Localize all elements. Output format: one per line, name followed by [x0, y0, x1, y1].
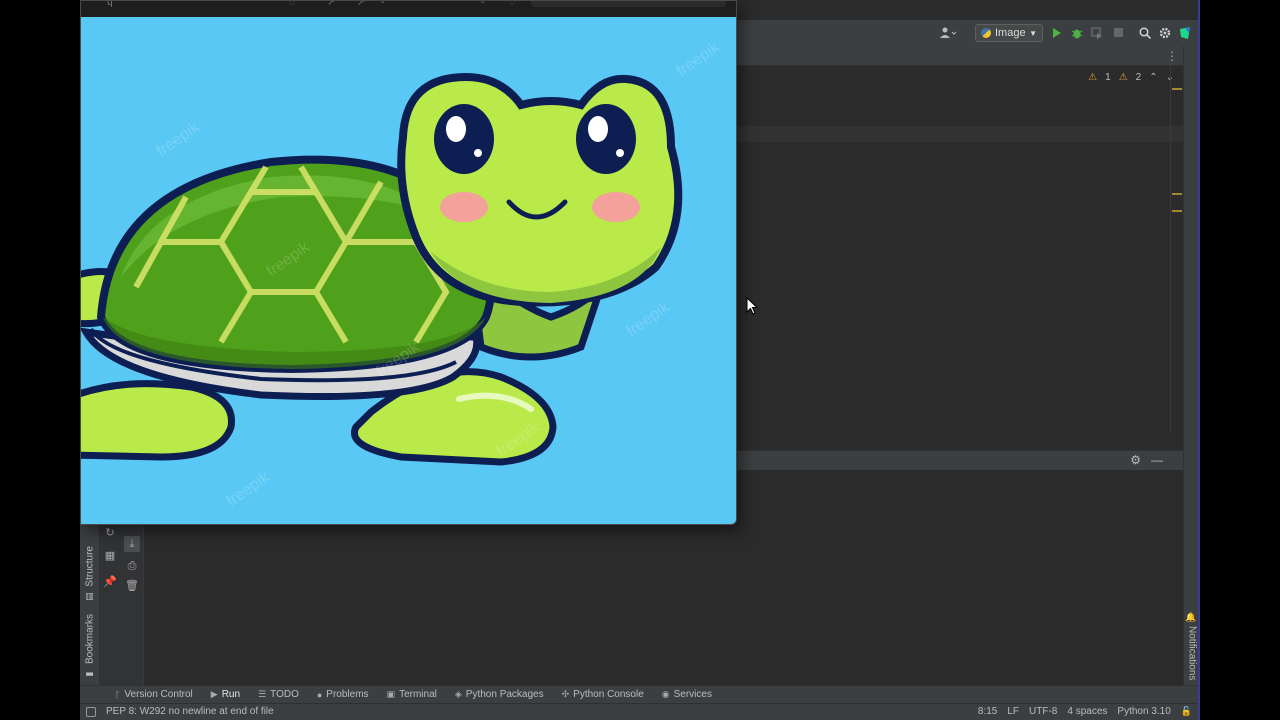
toolbar-icon[interactable]: ɥ — [107, 1, 113, 8]
tab-terminal[interactable]: ▣ Terminal — [378, 686, 446, 704]
tab-label: Python Packages — [465, 689, 544, 700]
gear-icon[interactable] — [1158, 24, 1172, 42]
run-configuration-label: Image — [995, 27, 1026, 39]
coverage-button[interactable] — [1090, 24, 1104, 42]
play-icon: ▶ — [210, 689, 218, 699]
account-icon[interactable] — [938, 24, 958, 42]
warning-stripe[interactable] — [1172, 210, 1182, 212]
warning-stripe[interactable] — [1172, 193, 1182, 195]
tab-label: TODO — [270, 689, 299, 700]
toggle-tool-windows-icon[interactable] — [86, 707, 96, 717]
toolbar-icon[interactable]: ▫ — [381, 1, 385, 8]
rerun-icon[interactable]: ↻ — [102, 525, 118, 541]
turtle-illustration: freepik freepik freepik freepik freepik … — [81, 17, 736, 524]
stop-button[interactable] — [1112, 24, 1126, 42]
debug-button[interactable] — [1070, 24, 1084, 42]
python-icon: ✣ — [561, 689, 570, 699]
warning-count: 1 — [1105, 72, 1111, 83]
window-edge — [1198, 0, 1200, 720]
services-icon: ◉ — [661, 689, 670, 699]
chevron-down-icon: ▼ — [1029, 28, 1037, 38]
image-viewer-window[interactable]: ɥ ◌ ↗ ↗ ▫ ▫ ◌ freepik freepik freepik fr… — [80, 0, 737, 525]
tab-problems[interactable]: ● Problems — [308, 686, 378, 704]
minimize-icon[interactable]: — — [1151, 453, 1163, 467]
warning-stripe[interactable] — [1172, 88, 1182, 90]
tab-todo[interactable]: ☰ TODO — [249, 686, 308, 704]
weak-warning-count: 2 — [1135, 72, 1142, 83]
search-icon[interactable] — [1138, 24, 1152, 42]
inspection-widget[interactable]: ⚠ 1 ⚠ 2 ⌃ ⌄ — [1088, 72, 1174, 83]
tab-python-console[interactable]: ✣ Python Console — [553, 686, 653, 704]
jetbrains-logo-icon[interactable] — [1178, 24, 1192, 42]
bookmark-icon: ▮ — [85, 668, 95, 679]
pin-icon[interactable]: 📌 — [102, 574, 118, 590]
structure-tab[interactable]: ▤ Structure — [82, 546, 98, 601]
toolbar-icon[interactable]: ↗ — [357, 1, 365, 8]
layout-icon[interactable]: ▦ — [102, 548, 118, 564]
tab-version-control[interactable]: ᚴ Version Control — [106, 686, 202, 704]
tab-label: Terminal — [399, 689, 437, 700]
file-encoding[interactable]: UTF-8 — [1029, 706, 1057, 717]
bell-icon: 🔔 — [1187, 612, 1197, 623]
terminal-icon: ▣ — [386, 689, 396, 699]
warning-icon: ⚠ — [1088, 72, 1098, 83]
lock-icon[interactable]: 🔓 — [1181, 706, 1192, 717]
bookmarks-tab-label: Bookmarks — [84, 614, 96, 665]
editor-scrollbar[interactable] — [1170, 66, 1184, 432]
toolbar-icon[interactable]: ↗ — [327, 1, 335, 8]
run-configuration-select[interactable]: Image ▼ — [975, 24, 1043, 42]
print-icon[interactable]: ⎙ — [124, 558, 140, 574]
indent-setting[interactable]: 4 spaces — [1067, 706, 1107, 717]
caret-position[interactable]: 8:15 — [978, 706, 997, 717]
tab-run[interactable]: ▶ Run — [202, 686, 249, 704]
packages-icon: ◈ — [454, 689, 462, 699]
toolbar-icon[interactable]: ▫ — [481, 1, 485, 8]
toolbar-icon[interactable]: ◌ — [509, 1, 515, 8]
tab-label: Version Control — [124, 689, 193, 700]
status-message: PEP 8: W292 no newline at end of file — [106, 706, 274, 717]
gear-icon[interactable]: ⚙ — [1130, 453, 1141, 467]
run-button[interactable] — [1050, 24, 1064, 42]
tab-python-packages[interactable]: ◈ Python Packages — [446, 686, 553, 704]
viewer-titlebar[interactable]: ɥ ◌ ↗ ↗ ▫ ▫ ◌ — [81, 1, 736, 17]
run-toolbar-left: ↻ ▦ 📌 — [100, 520, 120, 685]
bottom-tool-tabs: ᚴ Version Control ▶ Run ☰ TODO ● Problem… — [80, 685, 1200, 703]
branch-icon: ᚴ — [115, 689, 121, 700]
weak-warning-icon: ⚠ — [1118, 72, 1128, 83]
toolbar-icon[interactable]: ◌ — [289, 1, 295, 8]
tab-label: Python Console — [573, 689, 644, 700]
tab-label: Run — [221, 689, 241, 700]
python-icon — [981, 28, 991, 38]
info-icon: ● — [316, 689, 323, 700]
tab-label: Services — [673, 689, 712, 700]
list-icon: ☰ — [258, 689, 267, 699]
status-bar: PEP 8: W292 no newline at end of file 8:… — [80, 703, 1200, 720]
notifications-tab-label: Notifications — [1186, 626, 1198, 681]
scroll-to-end-icon[interactable]: ⤓ — [124, 536, 140, 552]
structure-icon: ▤ — [85, 590, 95, 601]
python-interpreter[interactable]: Python 3.10 — [1117, 706, 1170, 717]
trash-icon[interactable]: 🗑 — [124, 578, 140, 594]
more-options-icon[interactable]: ⋮ — [1166, 49, 1178, 63]
bookmarks-tab[interactable]: ▮ Bookmarks — [82, 614, 98, 678]
tab-services[interactable]: ◉ Services — [653, 686, 721, 704]
chevron-up-icon[interactable]: ⌃ — [1149, 72, 1157, 83]
structure-tab-label: Structure — [84, 546, 96, 587]
mouse-cursor-icon — [746, 297, 758, 315]
tab-label: Problems — [326, 689, 369, 700]
line-separator[interactable]: LF — [1007, 706, 1019, 717]
viewer-search-field[interactable] — [531, 1, 726, 7]
